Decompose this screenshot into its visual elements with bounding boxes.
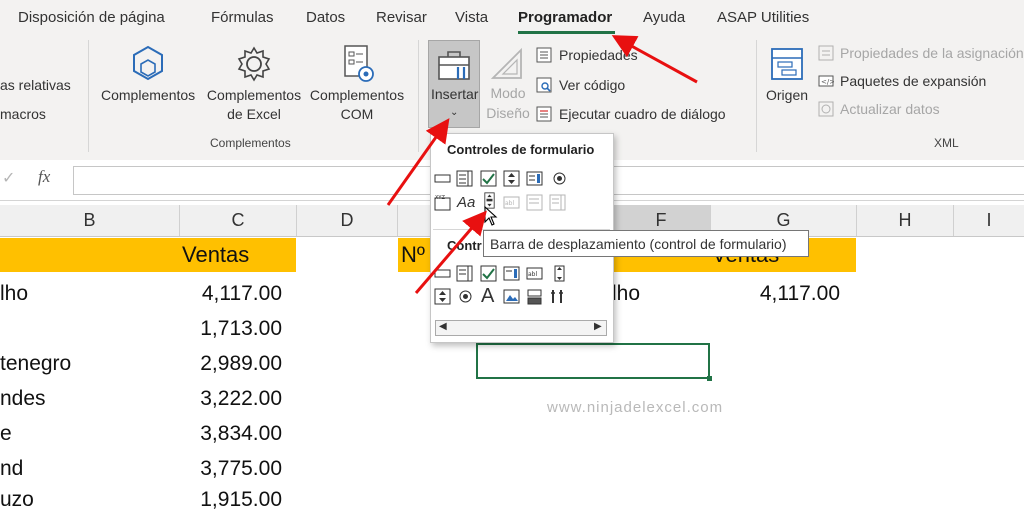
arrow-to-scrollbar-control (414, 210, 487, 294)
annotation-arrows (386, 35, 698, 294)
arrow-to-insert-button (386, 118, 450, 206)
arrow-to-developer-tab (611, 35, 698, 84)
